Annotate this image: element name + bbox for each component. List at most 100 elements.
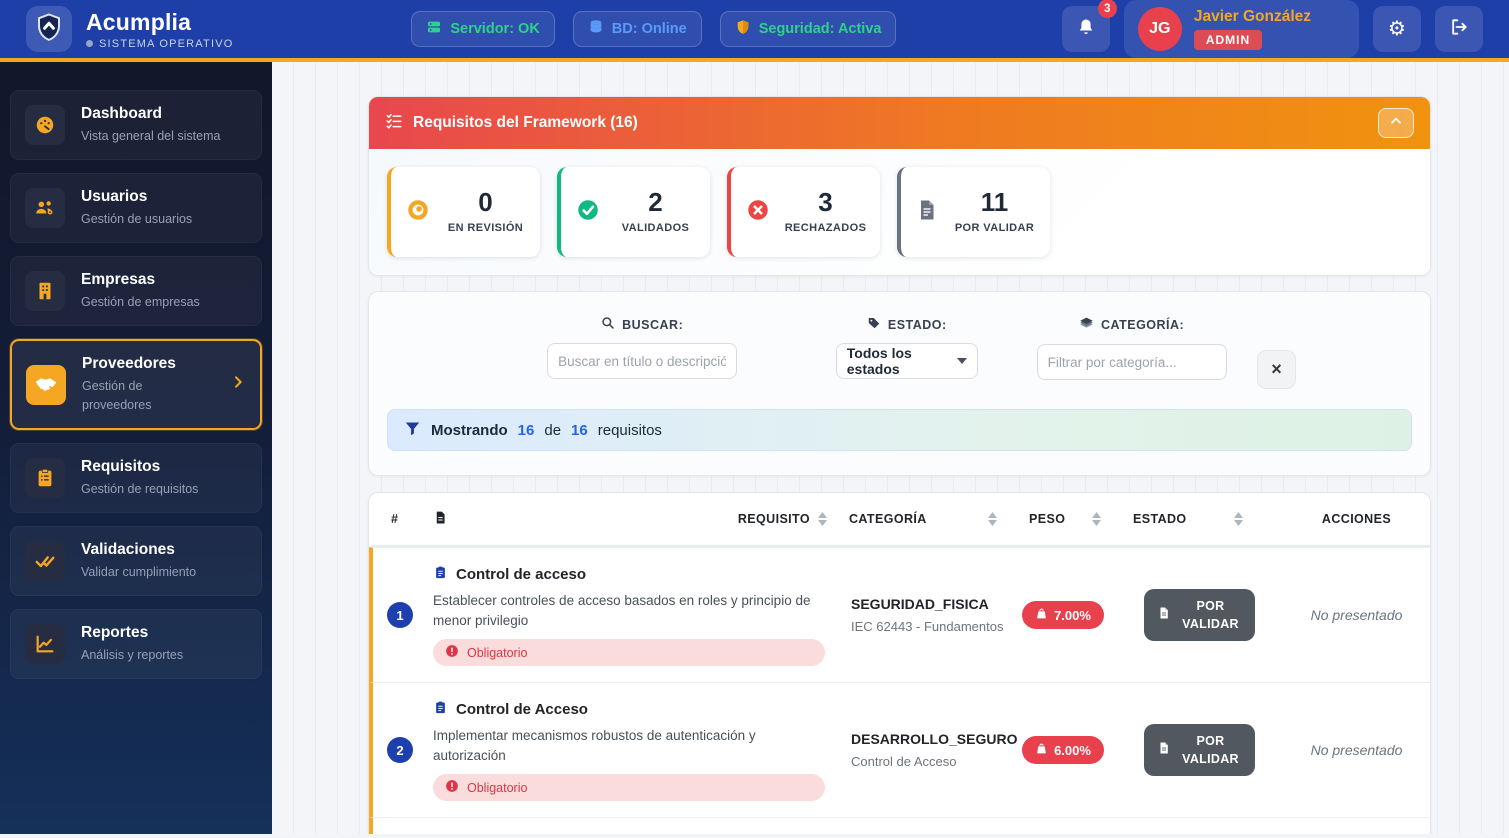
search-icon <box>601 316 615 333</box>
shield-logo-icon <box>34 12 64 47</box>
app-logo <box>26 6 72 52</box>
close-icon: × <box>1271 359 1282 380</box>
clear-filters-button[interactable]: × <box>1257 350 1296 389</box>
db-status-badge[interactable]: BD: Online <box>573 11 702 47</box>
sort-icon <box>988 512 997 526</box>
showing-count: 16 <box>518 422 535 439</box>
sidebar-item-label: Dashboard <box>81 105 247 123</box>
sidebar-item-reportes[interactable]: Reportes Análisis y reportes <box>10 609 262 679</box>
sidebar-item-sub: Vista general del sistema <box>81 127 231 145</box>
logout-button[interactable] <box>1435 6 1483 52</box>
sidebar-item-requisitos[interactable]: Requisitos Gestión de requisitos <box>10 443 262 513</box>
requisito-desc: Establecer controles de acceso basados e… <box>433 591 825 630</box>
database-icon <box>588 19 604 39</box>
app-title: Acumplia <box>86 9 234 36</box>
col-categoria[interactable]: CATEGORÍA <box>831 512 1011 526</box>
file-icon <box>915 198 939 227</box>
collapse-button[interactable] <box>1378 108 1414 138</box>
clipboard-icon <box>25 458 65 498</box>
stat-label: EN REVISIÓN <box>443 220 528 237</box>
file-icon <box>1157 605 1171 626</box>
sidebar-item-usuarios[interactable]: Usuarios Gestión de usuarios <box>10 173 262 243</box>
sidebar-item-label: Validaciones <box>81 541 247 559</box>
requisito-desc: Implementar mecanismos robustos de auten… <box>433 726 825 765</box>
estado-select[interactable]: Todos los estados <box>836 343 978 379</box>
col-num[interactable]: # <box>373 512 427 526</box>
peso-badge: 7.00% <box>1022 601 1104 629</box>
user-role-badge: ADMIN <box>1194 30 1262 50</box>
server-icon <box>426 19 442 39</box>
funnel-icon <box>404 420 421 441</box>
chevron-right-icon <box>230 374 246 395</box>
showing-results-bar: Mostrando 16 de 16 requisitos <box>387 409 1412 451</box>
server-status-badge[interactable]: Servidor: OK <box>411 11 554 47</box>
categoria-label-row: CATEGORÍA: <box>1079 316 1184 334</box>
stat-validados: 2 VALIDADOS <box>557 167 710 257</box>
exclamation-circle-icon <box>445 779 459 796</box>
sidebar: Dashboard Vista general del sistema Usua… <box>0 62 272 834</box>
layers-icon <box>1079 316 1094 334</box>
table-row: 3 Formacion Formacion de operarios Oblig… <box>369 817 1430 834</box>
notifications-button[interactable]: 3 <box>1062 6 1110 52</box>
showing-prefix: Mostrando <box>431 422 508 439</box>
shield-icon <box>735 19 751 39</box>
col-estado[interactable]: ESTADO <box>1115 512 1283 526</box>
col-requisito[interactable]: REQUISITO <box>427 509 831 529</box>
clipboard-icon <box>433 699 448 720</box>
stat-rechazados: 3 RECHAZADOS <box>727 167 880 257</box>
showing-of: de <box>544 422 561 439</box>
main-content: Requisitos del Framework (16) 0 EN REVIS… <box>272 62 1509 834</box>
table-header-row: # REQUISITO CATEGORÍA <box>369 493 1430 547</box>
top-header: Acumplia SISTEMA OPERATIVO Servidor: OK … <box>0 0 1509 62</box>
estado-badge: POR VALIDAR <box>1144 724 1255 776</box>
sidebar-item-label: Reportes <box>81 624 247 642</box>
chart-line-icon <box>25 624 65 664</box>
weight-icon <box>1035 607 1048 623</box>
security-status-badge[interactable]: Seguridad: Activa <box>720 11 897 47</box>
obligatorio-badge: Obligatorio <box>433 774 825 801</box>
sidebar-item-empresas[interactable]: Empresas Gestión de empresas <box>10 256 262 326</box>
stat-value: 0 <box>443 188 528 217</box>
col-peso[interactable]: PESO <box>1011 512 1115 526</box>
sidebar-item-sub: Gestión de usuarios <box>81 210 231 228</box>
sort-icon <box>1092 512 1101 526</box>
double-check-icon <box>25 541 65 581</box>
file-icon <box>433 509 448 529</box>
building-icon <box>25 271 65 311</box>
requisitos-table: # REQUISITO CATEGORÍA <box>368 492 1431 834</box>
estado-selected-value: Todos los estados <box>847 345 957 377</box>
estado-label: ESTADO: <box>888 318 947 332</box>
showing-suffix: requisitos <box>598 422 662 439</box>
stat-label: RECHAZADOS <box>783 220 868 237</box>
requisito-title: Control de acceso <box>456 566 586 583</box>
sidebar-item-dashboard[interactable]: Dashboard Vista general del sistema <box>10 90 262 160</box>
search-input[interactable] <box>547 343 737 379</box>
user-menu[interactable]: JG Javier González ADMIN <box>1124 0 1359 58</box>
settings-button[interactable]: ⚙ <box>1373 6 1421 52</box>
categoria-label: CATEGORÍA: <box>1101 318 1184 332</box>
stat-label: POR VALIDAR <box>951 220 1038 237</box>
col-acciones: ACCIONES <box>1283 512 1430 526</box>
filters-panel: BUSCAR: ESTADO: Todos los estados <box>368 291 1431 476</box>
handshake-icon <box>26 365 66 405</box>
clipboard-icon <box>433 564 448 585</box>
chevron-up-icon <box>1389 114 1403 133</box>
sidebar-item-proveedores[interactable]: Proveedores Gestión de proveedores <box>10 339 262 429</box>
sidebar-item-validaciones[interactable]: Validaciones Validar cumplimiento <box>10 526 262 596</box>
row-number: 1 <box>387 602 413 628</box>
stat-value: 11 <box>951 188 1038 217</box>
panel-title: Requisitos del Framework (16) <box>413 114 1378 132</box>
eye-icon <box>405 197 431 228</box>
stat-por-validar: 11 POR VALIDAR <box>897 167 1050 257</box>
gear-icon: ⚙ <box>1388 19 1406 39</box>
panel-header: Requisitos del Framework (16) <box>369 97 1430 149</box>
app-subtitle: SISTEMA OPERATIVO <box>99 38 234 50</box>
gauge-icon <box>25 105 65 145</box>
sidebar-item-label: Proveedores <box>82 355 214 373</box>
sidebar-item-label: Usuarios <box>81 188 247 206</box>
stats-strip: 0 EN REVISIÓN 2 VALIDADOS <box>369 149 1430 275</box>
tag-icon <box>867 316 881 333</box>
accion-status: No presentado <box>1283 607 1430 623</box>
categoria-input[interactable] <box>1037 344 1227 380</box>
showing-total: 16 <box>571 422 588 439</box>
